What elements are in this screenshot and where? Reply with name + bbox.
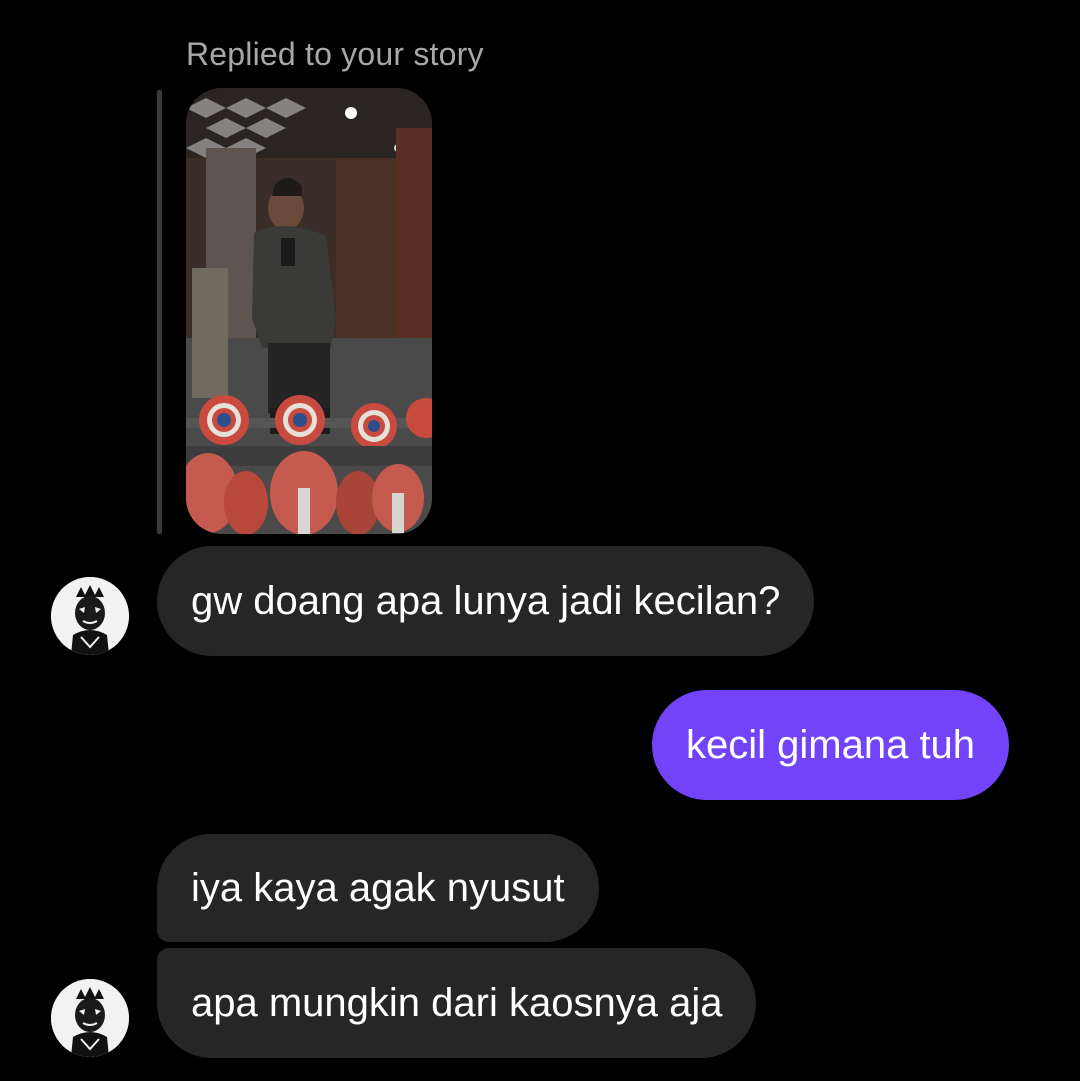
message-text: iya kaya agak nyusut: [191, 866, 565, 910]
sender-avatar[interactable]: [51, 577, 129, 655]
reply-quote-bar: [157, 90, 162, 534]
message-bubble-incoming[interactable]: apa mungkin dari kaosnya aja: [157, 948, 757, 1058]
message-text: kecil gimana tuh: [686, 723, 976, 767]
message-bubble-incoming[interactable]: gw doang apa lunya jadi kecilan?: [157, 546, 815, 656]
message-text: gw doang apa lunya jadi kecilan?: [191, 579, 781, 623]
message-bubble-incoming[interactable]: iya kaya agak nyusut: [157, 834, 599, 942]
message-text: apa mungkin dari kaosnya aja: [191, 981, 723, 1025]
profile-avatar-icon: [51, 577, 129, 655]
story-thumbnail[interactable]: [186, 88, 432, 534]
story-reply-label: Replied to your story: [186, 36, 484, 72]
sender-avatar[interactable]: [51, 979, 129, 1057]
profile-avatar-icon: [51, 979, 129, 1057]
message-bubble-outgoing[interactable]: kecil gimana tuh: [652, 690, 1010, 800]
gym-mirror-selfie-image: [186, 88, 432, 534]
